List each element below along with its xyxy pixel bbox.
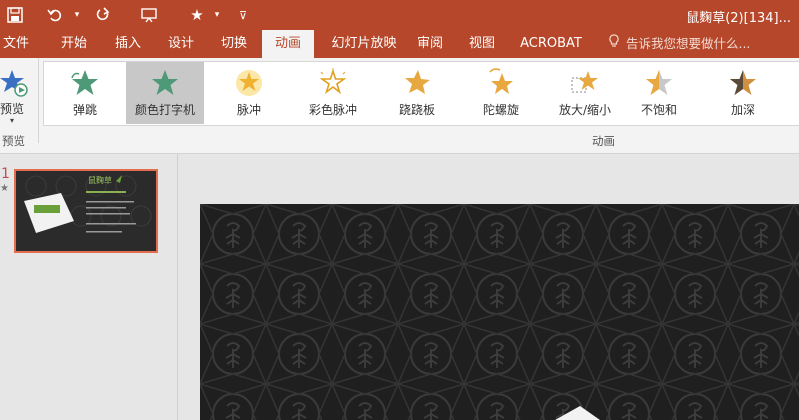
animation-teeter[interactable]: 跷跷板: [378, 62, 456, 124]
tab-insert[interactable]: 插入: [110, 30, 146, 58]
star-effect-icon[interactable]: ★: [186, 4, 208, 26]
lightbulb-icon: [608, 30, 622, 58]
animation-label: 跷跷板: [398, 103, 435, 117]
tab-design[interactable]: 设计: [163, 30, 199, 58]
animation-darken[interactable]: 加深: [704, 62, 782, 124]
preview-group-label: 预览: [2, 134, 25, 148]
slide-thumbnail[interactable]: 鼠麴草: [14, 169, 158, 253]
grow-shrink-star-icon: [571, 71, 598, 93]
undo-icon[interactable]: [44, 4, 66, 26]
slide-canvas[interactable]: [200, 204, 799, 420]
tab-home[interactable]: 开始: [56, 30, 92, 58]
animation-label: 脉冲: [236, 103, 261, 117]
tab-view[interactable]: 视图: [464, 30, 500, 58]
animation-label: 弹跳: [72, 103, 97, 117]
desaturate-star-icon: [646, 70, 672, 95]
animation-label: 彩色脉冲: [308, 103, 357, 117]
animation-pulse[interactable]: 脉冲: [210, 62, 288, 124]
preview-label: 预览: [0, 102, 25, 116]
thumbnail-title: 鼠麴草: [88, 176, 112, 185]
preview-dropdown-icon[interactable]: ▾: [10, 116, 14, 125]
slide-background-pattern: [200, 204, 799, 420]
redo-icon[interactable]: [92, 4, 114, 26]
tab-review[interactable]: 审阅: [412, 30, 448, 58]
preview-button[interactable]: 预览 ▾: [0, 62, 34, 126]
ribbon-panel: 预览 ▾ 预览 弹跳 颜色打字机 脉冲 彩色脉冲 跷跷板 陀螺旋 放大/缩小 不…: [0, 58, 799, 154]
thumbnail-preview: [16, 171, 156, 251]
tell-me-search[interactable]: 告诉我您想要做什么...: [608, 30, 750, 58]
animation-gallery: 弹跳 颜色打字机 脉冲 彩色脉冲 跷跷板 陀螺旋 放大/缩小 不饱和 加深: [43, 61, 799, 126]
star-dropdown-icon[interactable]: ▾: [206, 4, 228, 26]
slide-edit-area: [178, 154, 799, 420]
undo-dropdown-icon[interactable]: ▾: [66, 4, 88, 26]
animation-label: 放大/缩小: [558, 103, 612, 117]
tell-me-text: 告诉我您想要做什么...: [625, 36, 751, 51]
animation-label: 不饱和: [640, 103, 677, 117]
darken-star-icon: [730, 70, 756, 95]
title-bar: ▾ ★ ▾ ⊽ 鼠麴草(2)[134]...: [0, 0, 799, 30]
tab-transitions[interactable]: 切换: [216, 30, 252, 58]
teeter-star-icon: [405, 70, 430, 94]
animation-grow-shrink[interactable]: 放大/缩小: [546, 62, 624, 124]
tab-acrobat[interactable]: ACROBAT: [518, 30, 584, 58]
pulse-star-icon: [236, 70, 262, 96]
animation-spin[interactable]: 陀螺旋: [462, 62, 540, 124]
animation-label: 颜色打字机: [134, 103, 195, 117]
tab-slideshow[interactable]: 幻灯片放映: [324, 30, 404, 58]
animation-marker-icon: ★: [0, 183, 9, 194]
animation-bounce[interactable]: 弹跳: [46, 62, 124, 124]
spin-star-icon: [489, 68, 513, 94]
animation-color-typewriter[interactable]: 颜色打字机: [126, 62, 204, 124]
tab-file[interactable]: 文件: [0, 30, 32, 58]
customize-icon[interactable]: ⊽: [232, 4, 254, 26]
animation-group-label: 动画: [592, 134, 615, 148]
slide-number: 1: [1, 166, 10, 182]
animation-label: 加深: [730, 103, 755, 117]
save-icon[interactable]: [4, 4, 26, 26]
typewriter-star-icon: [152, 70, 178, 95]
color-pulse-star-icon: [319, 68, 347, 95]
animation-label: 陀螺旋: [482, 103, 519, 117]
animation-color-pulse[interactable]: 彩色脉冲: [294, 62, 372, 124]
start-from-beginning-icon[interactable]: [138, 4, 160, 26]
bounce-star-icon: [71, 70, 98, 95]
animation-desaturate[interactable]: 不饱和: [620, 62, 698, 124]
document-title: 鼠麴草(2)[134]...: [686, 11, 791, 26]
slide-thumbnail-pane: 1 ★ 鼠麴草: [0, 154, 178, 420]
preview-star-icon: [0, 70, 28, 97]
tab-animations[interactable]: 动画: [262, 30, 314, 58]
group-separator: [38, 58, 39, 143]
